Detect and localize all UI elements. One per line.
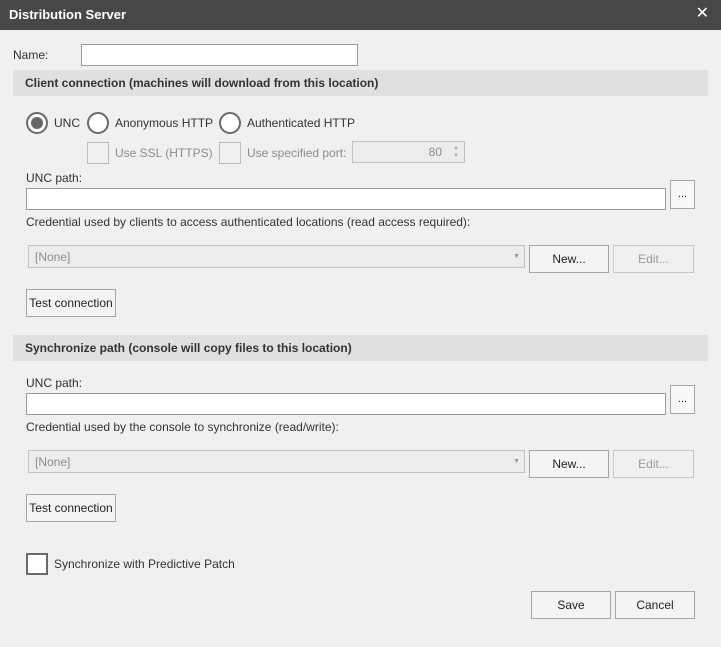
- name-label: Name:: [13, 48, 49, 62]
- radio-anonymous-http[interactable]: [87, 112, 109, 134]
- client-edit-label: Edit...: [638, 252, 669, 266]
- save-button[interactable]: Save: [531, 591, 611, 619]
- chevron-down-icon: ▼: [513, 253, 520, 260]
- client-credential-label: Credential used by clients to access aut…: [26, 215, 471, 229]
- sync-new-label: New...: [552, 457, 586, 471]
- chevron-down-icon: ▼: [513, 458, 520, 465]
- cancel-label: Cancel: [636, 598, 674, 612]
- sync-browse-button[interactable]: ...: [670, 385, 695, 414]
- predictive-patch-checkbox[interactable]: [26, 553, 48, 575]
- synchronize-path-header: Synchronize path (console will copy file…: [13, 335, 708, 361]
- sync-test-connection-button[interactable]: Test connection: [26, 494, 116, 522]
- sync-edit-label: Edit...: [638, 457, 669, 471]
- client-connection-title: Client connection (machines will downloa…: [25, 76, 379, 90]
- sync-credential-value: [None]: [35, 455, 71, 469]
- client-test-connection-button[interactable]: Test connection: [26, 289, 116, 317]
- predictive-patch-label: Synchronize with Predictive Patch: [54, 557, 235, 571]
- spin-up-icon[interactable]: ▲: [453, 145, 459, 151]
- use-port-checkbox[interactable]: [219, 142, 241, 164]
- close-icon[interactable]: ✕: [696, 6, 709, 22]
- client-new-credential-button[interactable]: New...: [529, 245, 609, 273]
- name-input[interactable]: [81, 44, 358, 66]
- client-new-label: New...: [552, 252, 586, 266]
- client-credential-select[interactable]: [None] ▼: [28, 245, 525, 268]
- client-unc-path-input[interactable]: [26, 188, 666, 210]
- ellipsis-icon: ...: [677, 188, 688, 200]
- sync-credential-select[interactable]: [None] ▼: [28, 450, 525, 473]
- sync-unc-path-label: UNC path:: [26, 376, 83, 390]
- client-credential-value: [None]: [35, 250, 71, 264]
- client-browse-button[interactable]: ...: [670, 180, 695, 209]
- port-value: 80: [428, 145, 442, 159]
- client-connection-header: Client connection (machines will downloa…: [13, 70, 708, 96]
- radio-authenticated-http-label: Authenticated HTTP: [247, 116, 356, 130]
- client-unc-path-label: UNC path:: [26, 171, 83, 185]
- save-label: Save: [557, 598, 585, 612]
- use-ssl-label: Use SSL (HTTPS): [115, 146, 213, 160]
- title-bar: Distribution Server ✕: [0, 0, 721, 30]
- port-spinner[interactable]: 80 ▲ ▼: [352, 141, 465, 163]
- radio-anonymous-http-label: Anonymous HTTP: [115, 116, 214, 130]
- cancel-button[interactable]: Cancel: [615, 591, 695, 619]
- sync-edit-credential-button[interactable]: Edit...: [613, 450, 694, 478]
- client-edit-credential-button[interactable]: Edit...: [613, 245, 694, 273]
- use-ssl-checkbox[interactable]: [87, 142, 109, 164]
- sync-new-credential-button[interactable]: New...: [529, 450, 609, 478]
- ellipsis-icon: ...: [677, 393, 688, 405]
- radio-selected-dot: [31, 117, 43, 129]
- sync-test-label: Test connection: [29, 501, 113, 515]
- sync-credential-label: Credential used by the console to synchr…: [26, 420, 339, 434]
- sync-unc-path-input[interactable]: [26, 393, 666, 415]
- spin-down-icon[interactable]: ▼: [453, 153, 459, 159]
- radio-unc-label: UNC: [54, 116, 80, 130]
- window-title: Distribution Server: [9, 7, 127, 22]
- client-test-label: Test connection: [29, 296, 113, 310]
- synchronize-path-title: Synchronize path (console will copy file…: [25, 341, 352, 355]
- use-port-label: Use specified port:: [247, 146, 347, 160]
- radio-unc[interactable]: [26, 112, 48, 134]
- radio-authenticated-http[interactable]: [219, 112, 241, 134]
